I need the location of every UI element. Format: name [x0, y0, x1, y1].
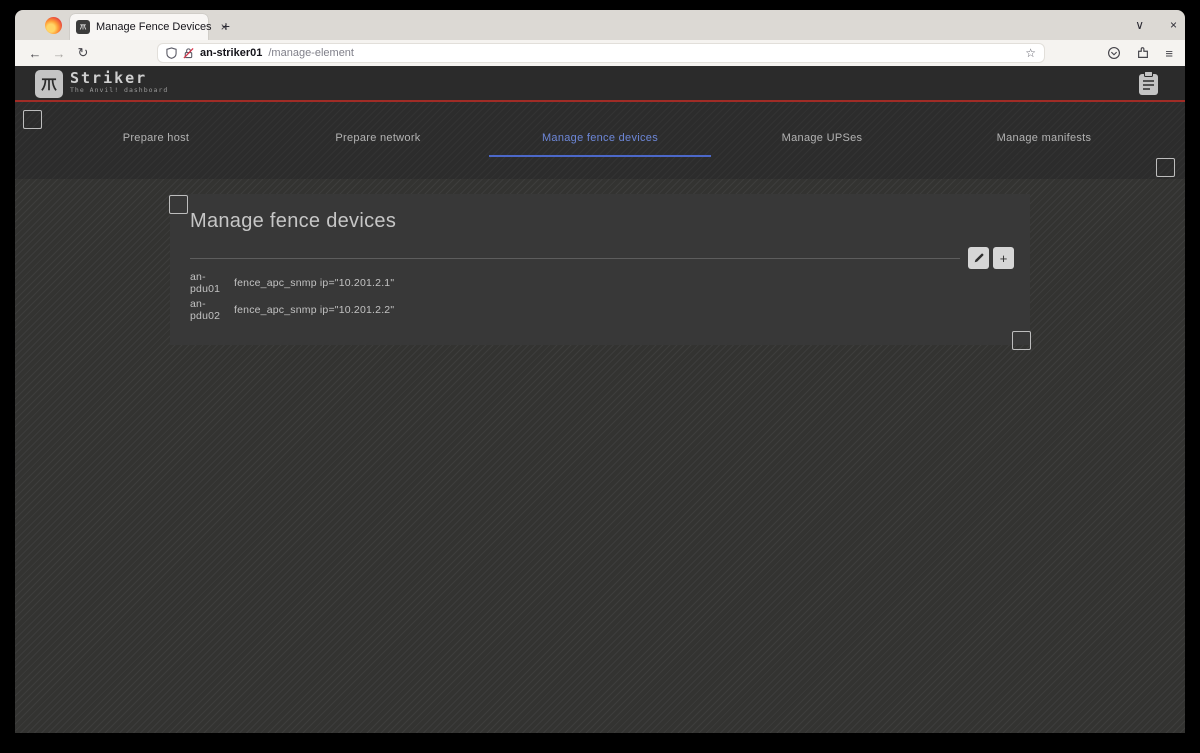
window-close-icon[interactable]: ×: [1170, 18, 1177, 32]
tab-title: Manage Fence Devices: [96, 21, 212, 33]
element-nav-bar: Prepare host Prepare network Manage fenc…: [15, 102, 1185, 179]
bookmark-star-icon[interactable]: ☆: [1025, 46, 1036, 60]
striker-favicon-icon: [76, 20, 90, 34]
add-fence-device-button[interactable]: +: [993, 247, 1014, 269]
panel-title: Manage fence devices: [190, 210, 397, 232]
fence-device-spec: fence_apc_snmp ip="10.201.2.1": [234, 276, 395, 289]
firefox-logo-icon[interactable]: [45, 17, 62, 34]
browser-tab[interactable]: Manage Fence Devices ×: [70, 14, 228, 40]
back-icon[interactable]: ←: [23, 46, 47, 61]
tab-manage-fence-devices[interactable]: Manage fence devices: [489, 120, 711, 157]
edit-fence-devices-button[interactable]: [968, 247, 989, 269]
menu-hamburger-icon[interactable]: ≡: [1165, 46, 1173, 61]
striker-logo-icon: [35, 70, 63, 98]
brand-block: Striker The Anvil! dashboard: [70, 69, 168, 94]
url-path: /manage-element: [268, 47, 354, 59]
page-content: Manage fence devices + an-pdu01 fence_ap…: [15, 179, 1185, 733]
tab-prepare-host[interactable]: Prepare host: [45, 120, 267, 157]
browser-window: Manage Fence Devices × + ∨ × ← → ↻ an-st…: [15, 10, 1185, 733]
fence-device-name: an-pdu02: [190, 297, 221, 322]
tracking-shield-icon[interactable]: [166, 47, 177, 59]
browser-toolbar: ← → ↻ an-striker01/manage-element ☆ ≡: [15, 40, 1185, 66]
panel-toolbar: +: [190, 247, 1014, 269]
fence-device-row[interactable]: an-pdu01 fence_apc_snmp ip="10.201.2.1": [190, 269, 1010, 296]
pencil-icon: [974, 253, 983, 263]
brand-tagline: The Anvil! dashboard: [70, 86, 169, 94]
fence-devices-panel: Manage fence devices + an-pdu01 fence_ap…: [170, 194, 1030, 345]
tab-manage-upses[interactable]: Manage UPSes: [711, 120, 933, 157]
fence-device-name: an-pdu01: [190, 270, 221, 295]
tab-prepare-network[interactable]: Prepare network: [267, 120, 489, 157]
pocket-icon[interactable]: [1107, 46, 1121, 60]
panel-corner-bracket: [169, 195, 188, 214]
striker-header: Striker The Anvil! dashboard: [15, 66, 1185, 102]
extensions-icon[interactable]: [1136, 46, 1150, 60]
divider: [190, 257, 960, 259]
tasks-clipboard-icon[interactable]: [1138, 71, 1159, 96]
nav-tabs: Prepare host Prepare network Manage fenc…: [45, 120, 1155, 157]
tab-manage-manifests[interactable]: Manage manifests: [933, 120, 1155, 157]
list-tabs-icon[interactable]: ∨: [1135, 18, 1144, 32]
insecure-lock-icon[interactable]: [183, 47, 194, 59]
new-tab-button[interactable]: +: [215, 15, 237, 37]
browser-titlebar: Manage Fence Devices × + ∨ ×: [15, 10, 1185, 40]
url-host: an-striker01: [200, 47, 263, 59]
reload-icon[interactable]: ↻: [71, 45, 95, 61]
forward-icon[interactable]: →: [47, 46, 71, 61]
plus-icon: +: [999, 250, 1008, 266]
url-bar[interactable]: an-striker01/manage-element ☆: [157, 43, 1045, 63]
brand-name: Striker: [70, 69, 148, 87]
nav-corner-bracket: [23, 110, 42, 129]
nav-corner-bracket: [1156, 158, 1175, 177]
fence-device-row[interactable]: an-pdu02 fence_apc_snmp ip="10.201.2.2": [190, 296, 1010, 323]
fence-device-spec: fence_apc_snmp ip="10.201.2.2": [234, 303, 395, 316]
panel-corner-bracket: [1012, 331, 1031, 350]
